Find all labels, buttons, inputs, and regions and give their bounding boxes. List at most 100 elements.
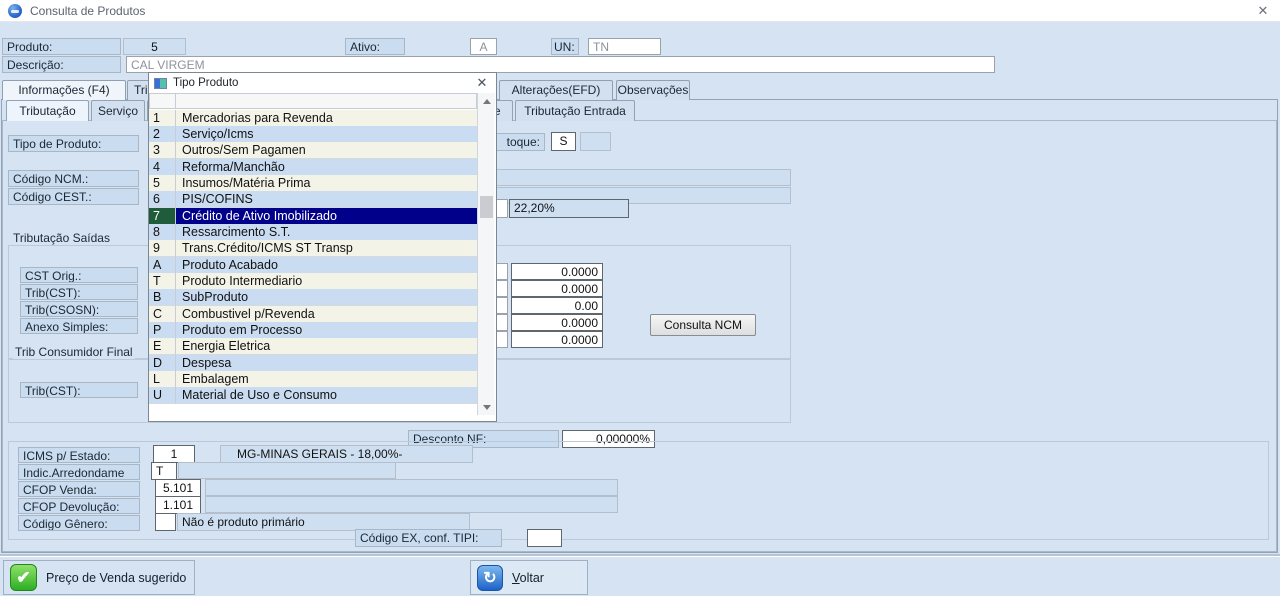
tributacao-saidas-caption: Tributação Saídas (13, 231, 110, 245)
scroll-up-icon[interactable] (478, 93, 495, 109)
saida-value-field[interactable]: 0.00 (511, 297, 603, 314)
consulta-ncm-button[interactable]: Consulta NCM (650, 314, 756, 336)
form-icon (154, 78, 167, 89)
subtab-servico[interactable]: Serviço (91, 100, 145, 121)
tipo-produto-row[interactable]: 1Mercadorias para Revenda (149, 110, 477, 127)
subtab-tributacao[interactable]: Tributação (6, 100, 89, 121)
back-arrow-icon: ↻ (477, 565, 503, 591)
descricao-label: Descrição: (2, 56, 121, 73)
tab-alteracoes-efd[interactable]: Alterações(EFD) (499, 80, 613, 100)
title-bar: Consulta de Produtos ✕ (0, 0, 1280, 22)
codigo-cest-label: Código CEST.: (8, 188, 139, 205)
row-label: Produto em Processo (176, 322, 477, 339)
un-field[interactable]: TN (588, 38, 661, 55)
row-code: 8 (149, 224, 176, 241)
row-label: PIS/COFINS (176, 191, 477, 208)
scrollbar-thumb[interactable] (480, 196, 493, 218)
consulta-produtos-window: Consulta de Produtos ✕ Produto: 5 Descri… (0, 0, 1280, 596)
row-code: 1 (149, 110, 176, 127)
codigo-ex-tipi-field[interactable] (527, 529, 562, 547)
footer-bar: ✔ Preço de Venda sugerido ↻ Voltar (0, 556, 1280, 596)
codigo-ncm-label: Código NCM.: (8, 170, 139, 187)
row-label: Serviço/Icms (176, 126, 477, 143)
indic-arredondamento-field[interactable]: T (151, 462, 177, 480)
grid-header-desc (175, 93, 477, 109)
tipo-produto-popup: Tipo Produto ✕ 1Mercadorias para Revenda… (148, 72, 497, 422)
estoque-extra-field[interactable] (580, 132, 611, 151)
tipo-produto-row[interactable]: CCombustivel p/Revenda (149, 306, 477, 323)
cfop-devolucao-field[interactable]: 1.101 (155, 496, 201, 514)
saida-value-field[interactable]: 0.0000 (511, 263, 603, 280)
produto-label: Produto: (2, 38, 121, 55)
anexo-simples-label: Anexo Simples: (20, 318, 138, 334)
saida-value-field[interactable]: 0.0000 (511, 314, 603, 331)
row-label: Produto Acabado (176, 257, 477, 274)
trib-csosn-label: Trib(CSOSN): (20, 301, 138, 317)
row-code: L (149, 371, 176, 388)
tipo-produto-row[interactable]: 5Insumos/Matéria Prima (149, 175, 477, 192)
subtab-tributacao-entrada[interactable]: Tributação Entrada (515, 100, 635, 121)
ativo-field[interactable]: A (470, 38, 497, 55)
tipo-produto-row[interactable]: AProduto Acabado (149, 257, 477, 274)
window-title: Consulta de Produtos (30, 4, 145, 18)
descricao-field[interactable]: CAL VIRGEM (126, 56, 995, 73)
indic-arredondamento-label: Indic.Arredondame (18, 464, 140, 480)
row-code: 6 (149, 191, 176, 208)
tipo-produto-row[interactable]: 7Crédito de Ativo Imobilizado (149, 208, 477, 225)
row-code: D (149, 355, 176, 372)
tipo-produto-row[interactable]: 4Reforma/Manchão (149, 159, 477, 176)
row-code: 5 (149, 175, 176, 192)
tipo-produto-row[interactable]: TProduto Intermediario (149, 273, 477, 290)
row-label: Outros/Sem Pagamen (176, 142, 477, 159)
tipo-produto-row[interactable]: 9Trans.Crédito/ICMS ST Transp (149, 240, 477, 257)
tipo-produto-row[interactable]: PProduto em Processo (149, 322, 477, 339)
trib-cst-label: Trib(CST): (20, 284, 138, 300)
tipo-produto-row[interactable]: EEnergia Eletrica (149, 338, 477, 355)
window-close-icon[interactable]: ✕ (1252, 2, 1274, 20)
popup-title: Tipo Produto (173, 77, 238, 89)
row-code: 2 (149, 126, 176, 143)
voltar-button[interactable]: ↻ Voltar (470, 560, 588, 595)
cfop-venda-field[interactable]: 5.101 (155, 479, 201, 497)
scroll-down-icon[interactable] (478, 399, 495, 415)
voltar-label: Voltar (512, 571, 544, 585)
preco-venda-button[interactable]: ✔ Preço de Venda sugerido (3, 560, 195, 595)
produto-field[interactable]: 5 (123, 38, 186, 55)
indic-arredondamento-desc (178, 462, 396, 479)
codigo-ex-tipi-label: Código EX, conf. TIPI: (355, 529, 502, 547)
popup-scrollbar[interactable] (477, 93, 494, 415)
row-code: T (149, 273, 176, 290)
grid-header-code (149, 93, 176, 109)
codigo-genero-field[interactable] (155, 513, 176, 531)
percent-field[interactable]: 22,20% (509, 199, 629, 218)
row-label: Embalagem (176, 371, 477, 388)
icms-estado-field[interactable]: 1 (153, 445, 195, 463)
tipo-produto-row[interactable]: UMaterial de Uso e Consumo (149, 387, 477, 404)
saida-value-field[interactable]: 0.0000 (511, 280, 603, 297)
tipo-produto-row[interactable]: BSubProduto (149, 289, 477, 306)
tipo-produto-row[interactable]: 3Outros/Sem Pagamen (149, 142, 477, 159)
row-label: Produto Intermediario (176, 273, 477, 290)
popup-title-bar[interactable]: Tipo Produto ✕ (149, 73, 496, 93)
estoque-field[interactable]: S (551, 132, 576, 151)
row-label: Trans.Crédito/ICMS ST Transp (176, 240, 477, 257)
row-label: Crédito de Ativo Imobilizado (176, 208, 477, 225)
row-label: Mercadorias para Revenda (176, 110, 477, 127)
tipo-produto-row[interactable]: 6PIS/COFINS (149, 191, 477, 208)
tipo-produto-row[interactable]: DDespesa (149, 355, 477, 372)
tipo-produto-row[interactable]: 8Ressarcimento S.T. (149, 224, 477, 241)
row-code: A (149, 257, 176, 274)
row-code: 3 (149, 142, 176, 159)
tipo-produto-row[interactable]: LEmbalagem (149, 371, 477, 388)
row-label: Insumos/Matéria Prima (176, 175, 477, 192)
popup-close-icon[interactable]: ✕ (474, 75, 490, 91)
row-code: 7 (149, 208, 176, 225)
row-label: Reforma/Manchão (176, 159, 477, 176)
icms-estado-desc: MG-MINAS GERAIS - 18,00%- (220, 445, 473, 463)
tab-observacoes[interactable]: Observações (616, 80, 690, 100)
row-code: P (149, 322, 176, 339)
tab-informacoes[interactable]: Informações (F4) (2, 80, 126, 100)
tipo-produto-row[interactable]: 2Serviço/Icms (149, 126, 477, 143)
saida-value-field[interactable]: 0.0000 (511, 331, 603, 348)
app-icon (8, 4, 22, 18)
